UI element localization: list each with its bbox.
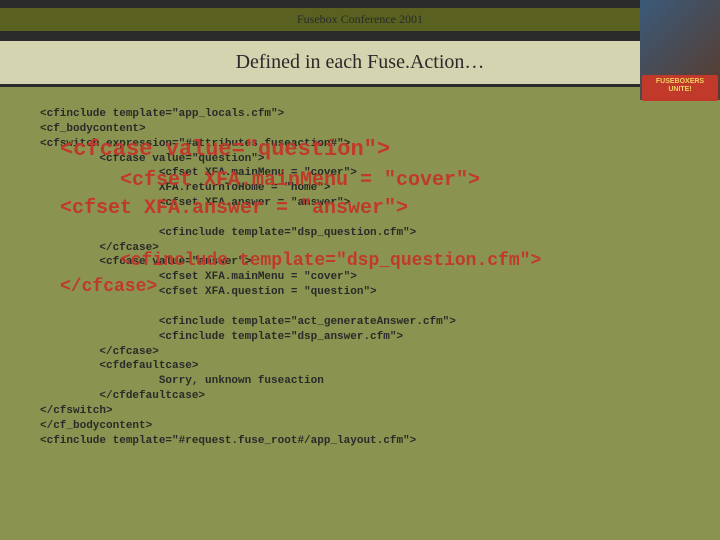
conference-title: Fusebox Conference 2001 [297, 12, 423, 26]
overlay-cfcase-close: </cfcase> [60, 275, 157, 299]
overlay-cfset-mainmenu: <cfset XFA.mainMenu = "cover"> [120, 167, 480, 194]
overlay-cfset-answer: <cfset XFA.answer = "answer"> [60, 195, 408, 222]
overlay-cfinclude: <cfinclude template="dsp_question.cfm"> [120, 249, 541, 273]
content-area: <cfinclude template="app_locals.cfm"> <c… [0, 87, 720, 468]
logo-line1: FUSEBOXERS [656, 78, 704, 85]
logo-line2: UNITE! [668, 86, 691, 93]
slide-title: Defined in each Fuse.Action… [236, 51, 485, 73]
overlay-cfcase-open: <cfcase value="question"> [60, 135, 390, 165]
sidebar-logo: FUSEBOXERS UNITE! [642, 75, 718, 101]
conference-header: Fusebox Conference 2001 [0, 6, 720, 33]
slide-title-band: Defined in each Fuse.Action… [0, 39, 720, 87]
